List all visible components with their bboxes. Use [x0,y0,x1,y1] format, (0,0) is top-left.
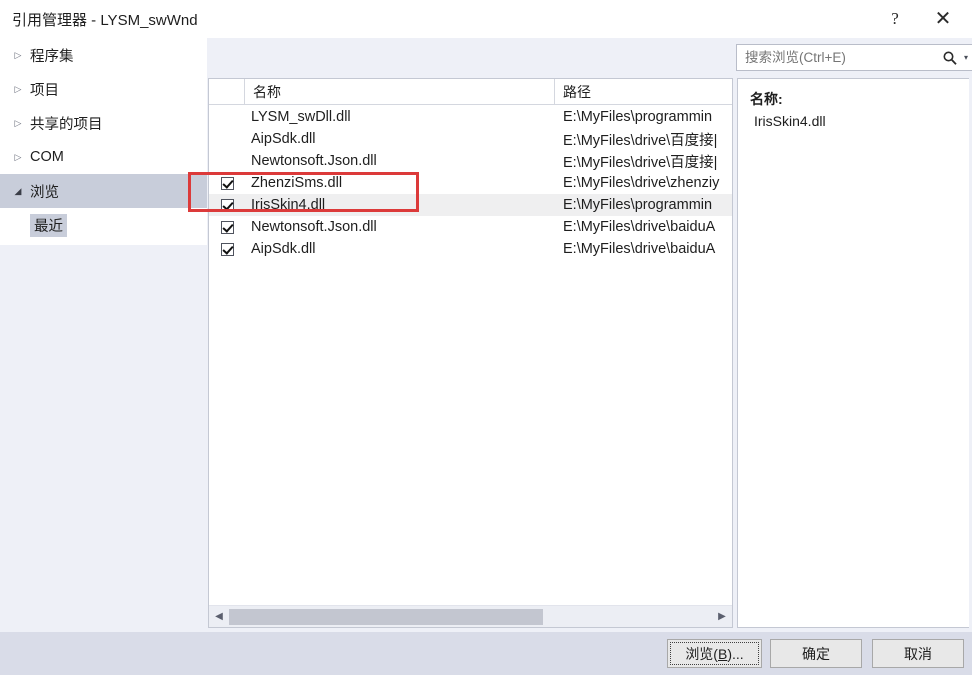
scrollbar-thumb[interactable] [229,608,543,625]
close-glyph: ✕ [934,8,952,30]
browse-button[interactable]: 浏览(B)... [667,639,762,668]
row-path: E:\MyFiles\programmin [563,197,713,213]
row-checkbox-cell[interactable] [209,176,245,190]
browse-mnemonic: B [717,645,728,662]
sidebar-item-label: 程序集 [30,48,74,65]
category-sidebar: ▷ 程序集 ▷ 项目 ▷ 共享的项目 ▷ COM ◢ 浏览 最近 [0,38,207,245]
title-bar: 引用管理器 - LYSM_swWnd ? ✕ [0,0,972,38]
row-checkbox-cell[interactable] [209,155,245,168]
row-path: E:\MyFiles\drive\baiduA [563,219,716,235]
row-checkbox-cell[interactable] [209,220,245,234]
row-path: E:\MyFiles\programmin [563,109,713,125]
column-header-checkbox[interactable] [209,79,245,104]
detail-name-label: 名称: [750,91,783,107]
details-panel: 名称: IrisSkin4.dll [737,78,969,628]
search-input[interactable] [737,50,942,65]
table-row[interactable]: LYSM_swDll.dll E:\MyFiles\programmin [209,106,732,128]
browse-label-post: )... [727,645,744,662]
checkbox-icon[interactable] [220,242,234,256]
sidebar-item-browse[interactable]: ◢ 浏览 [0,174,207,208]
scroll-left-arrow-icon[interactable]: ◀ [209,611,229,622]
checkbox-icon[interactable] [220,198,234,212]
list-header: 名称 路径 [209,79,732,105]
browse-label-pre: 浏览( [685,645,718,662]
row-path: E:\MyFiles\drive\zhenziy [563,175,720,191]
question-mark-glyph: ? [891,9,899,28]
table-row[interactable]: ZhenziSms.dll E:\MyFiles\drive\zhenziy [209,172,732,194]
chevron-right-icon: ▷ [14,83,22,94]
row-name: AipSdk.dll [251,131,316,147]
sidebar-item-projects[interactable]: ▷ 项目 [0,72,207,106]
row-checkbox-cell[interactable] [209,242,245,256]
reference-manager-dialog: 引用管理器 - LYSM_swWnd ? ✕ ▷ 程序集 ▷ 项目 ▷ 共享的项… [0,0,972,675]
chevron-right-icon: ▷ [14,49,22,60]
row-checkbox-cell[interactable] [209,198,245,212]
row-name: LYSM_swDll.dll [251,109,351,125]
table-row[interactable]: IrisSkin4.dll E:\MyFiles\programmin [209,194,732,216]
window-title: 引用管理器 - LYSM_swWnd [12,12,198,29]
sidebar-item-label: 浏览 [30,184,59,201]
file-list-panel: 名称 路径 LYSM_swDll.dll E:\MyFiles\programm… [208,78,733,628]
table-row[interactable]: AipSdk.dll E:\MyFiles\drive\baiduA [209,238,732,260]
row-path: E:\MyFiles\drive\百度接| [563,132,718,149]
row-name: ZhenziSms.dll [251,175,343,191]
search-box[interactable]: ▾ [736,44,972,71]
row-path: E:\MyFiles\drive\baiduA [563,241,716,257]
sidebar-item-assemblies[interactable]: ▷ 程序集 [0,38,207,72]
column-header-path[interactable]: 路径 [555,79,732,104]
ok-button[interactable]: 确定 [770,639,862,668]
row-path: E:\MyFiles\drive\百度接| [563,154,718,171]
close-icon[interactable]: ✕ [920,0,966,38]
sidebar-item-recent[interactable]: 最近 [0,208,207,242]
sidebar-item-label: 最近 [30,213,67,237]
scroll-right-arrow-icon[interactable]: ▶ [712,611,732,622]
detail-name-value: IrisSkin4.dll [754,113,826,129]
sidebar-item-label: 项目 [30,82,59,99]
checkbox-icon[interactable] [220,220,234,234]
chevron-down-icon: ◢ [14,185,22,196]
row-name: AipSdk.dll [251,241,316,257]
column-header-name[interactable]: 名称 [245,79,555,104]
table-row[interactable]: AipSdk.dll E:\MyFiles\drive\百度接| [209,128,732,150]
chevron-right-icon: ▷ [14,151,22,162]
table-row[interactable]: Newtonsoft.Json.dll E:\MyFiles\drive\百度接… [209,150,732,172]
cancel-button[interactable]: 取消 [872,639,964,668]
row-checkbox-cell[interactable] [209,133,245,146]
dialog-footer: 浏览(B)... 确定 取消 [0,632,972,675]
row-name: IrisSkin4.dll [251,197,326,213]
search-icon[interactable] [942,50,960,66]
scrollbar-track[interactable] [229,608,712,625]
checkbox-icon[interactable] [220,176,234,190]
row-name: Newtonsoft.Json.dll [251,153,377,169]
table-row[interactable]: Newtonsoft.Json.dll E:\MyFiles\drive\bai… [209,216,732,238]
help-icon[interactable]: ? [872,0,918,38]
row-checkbox-cell[interactable] [209,111,245,124]
sidebar-item-label: 共享的项目 [30,116,103,133]
sidebar-item-shared-projects[interactable]: ▷ 共享的项目 [0,106,207,140]
row-name: Newtonsoft.Json.dll [251,219,377,235]
chevron-down-icon[interactable]: ▾ [960,53,972,62]
chevron-right-icon: ▷ [14,117,22,128]
sidebar-item-label: COM [30,149,64,165]
horizontal-scrollbar[interactable]: ◀ ▶ [209,605,732,627]
list-rows: LYSM_swDll.dll E:\MyFiles\programmin Aip… [209,106,732,601]
sidebar-item-com[interactable]: ▷ COM [0,140,207,174]
